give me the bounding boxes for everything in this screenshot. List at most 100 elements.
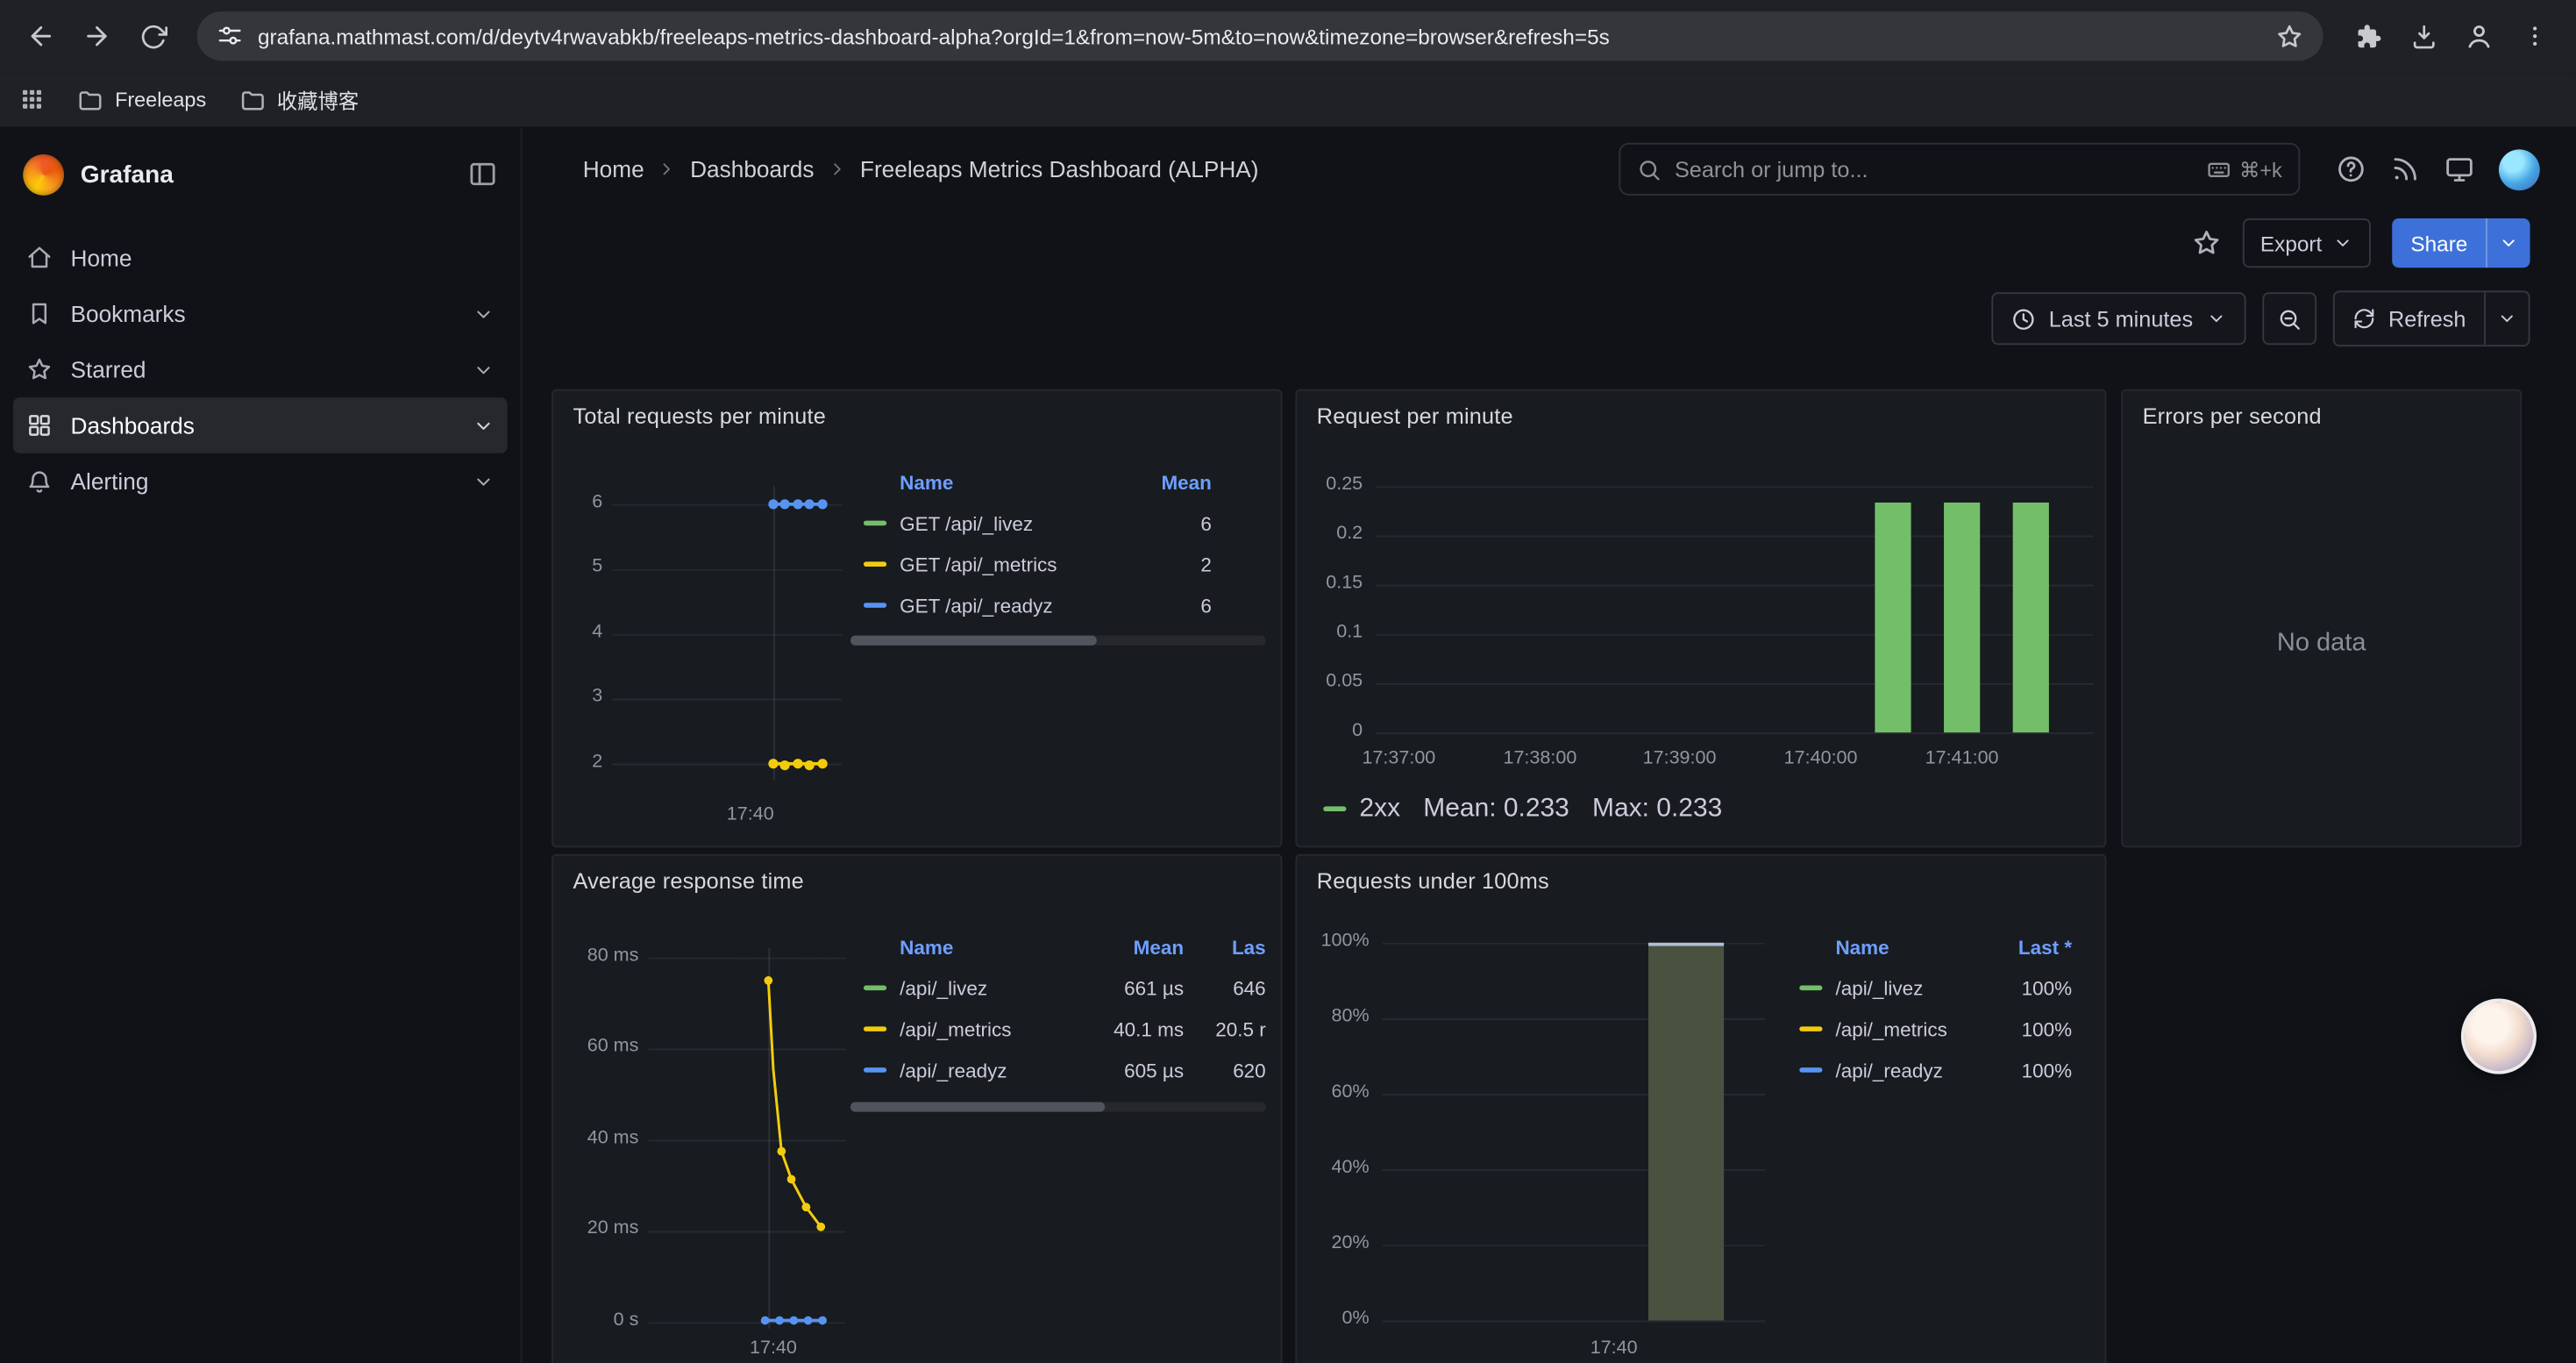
panel-title[interactable]: Errors per second xyxy=(2143,404,2322,429)
data-point[interactable] xyxy=(768,759,778,768)
search-input[interactable] xyxy=(1675,157,2194,182)
breadcrumb-current[interactable]: Freeleaps Metrics Dashboard (ALPHA) xyxy=(860,156,1259,182)
sidebar-item-label: Dashboards xyxy=(71,412,455,439)
legend-row[interactable]: /api/_metrics 100% xyxy=(1790,1009,2089,1050)
legend-row[interactable]: GET /api/_livez 6 xyxy=(850,503,1266,544)
bar-under-100ms[interactable] xyxy=(1648,943,1724,1321)
y-tick: 3 xyxy=(563,687,602,706)
series-color-green xyxy=(1799,986,1822,991)
share-button[interactable]: Share xyxy=(2393,218,2530,268)
back-icon[interactable] xyxy=(17,11,66,61)
legend-row[interactable]: GET /api/_metrics 2 xyxy=(850,544,1266,585)
data-point[interactable] xyxy=(793,759,802,768)
breadcrumb-home[interactable]: Home xyxy=(583,156,644,182)
legend-col-name[interactable]: Name xyxy=(900,471,1107,494)
sidebar-item-home[interactable]: Home xyxy=(13,230,508,286)
display-kiosk-icon[interactable] xyxy=(2444,154,2474,184)
refresh-button[interactable]: Refresh xyxy=(2332,290,2530,346)
folder-icon xyxy=(77,86,103,112)
export-button[interactable]: Export xyxy=(2242,218,2371,268)
panel-title[interactable]: Total requests per minute xyxy=(573,404,827,429)
share-menu-caret[interactable] xyxy=(2486,218,2530,268)
sidebar-collapse-icon[interactable] xyxy=(468,160,498,189)
legend-row[interactable]: /api/_readyz 620 605 µs 620 xyxy=(850,1050,1266,1091)
zoom-out-button[interactable] xyxy=(2262,292,2316,345)
data-point[interactable] xyxy=(793,499,802,509)
time-range-label: Last 5 minutes xyxy=(2049,306,2193,331)
time-range-picker[interactable]: Last 5 minutes xyxy=(1991,292,2245,345)
url-text[interactable]: grafana.mathmast.com/d/deytv4rwavabkb/fr… xyxy=(258,24,2260,48)
profile-icon[interactable] xyxy=(2454,11,2503,61)
browser-menu-icon[interactable] xyxy=(2510,11,2559,61)
bar-2xx[interactable] xyxy=(1944,503,1980,732)
bookmark-folder-freeleaps[interactable]: Freeleaps xyxy=(77,86,206,112)
site-info-icon[interactable] xyxy=(217,23,243,49)
data-point[interactable] xyxy=(779,499,789,509)
favorite-star-icon[interactable] xyxy=(2191,228,2221,258)
user-avatar[interactable] xyxy=(2499,148,2540,189)
floating-avatar-widget[interactable] xyxy=(2461,998,2537,1074)
bookmarks-bar: Freeleaps 收藏博客 xyxy=(0,72,2576,128)
legend-col-name[interactable]: Name xyxy=(900,936,1078,959)
address-bar[interactable]: grafana.mathmast.com/d/deytv4rwavabkb/fr… xyxy=(197,11,2323,61)
refresh-main[interactable]: Refresh xyxy=(2334,292,2484,345)
legend-col-last[interactable]: Las xyxy=(1184,936,1266,959)
scrollbar-thumb[interactable] xyxy=(850,636,1097,646)
apps-grid-icon[interactable] xyxy=(19,87,44,111)
panel-title[interactable]: Average response time xyxy=(573,869,804,894)
search-box[interactable]: ⌘+k xyxy=(1619,143,2300,196)
dashboard-actions-row: Export Share xyxy=(522,211,2575,276)
legend-row[interactable]: /api/_metrics 40.1 ms 20.5 r xyxy=(850,1009,1266,1050)
legend-col-mean[interactable]: Mean xyxy=(1107,471,1212,494)
chevron-down-icon[interactable] xyxy=(473,415,494,436)
data-point[interactable] xyxy=(805,499,815,509)
time-controls-row: Last 5 minutes Refresh xyxy=(522,276,2575,361)
data-point[interactable] xyxy=(779,760,789,770)
data-point[interactable] xyxy=(768,499,778,509)
legend-scrollbar[interactable] xyxy=(850,1102,1266,1111)
x-tick: 17:41:00 xyxy=(1904,749,2019,768)
bar-2xx[interactable] xyxy=(2013,503,2049,732)
data-point[interactable] xyxy=(818,759,828,768)
legend-col-name[interactable]: Name xyxy=(1835,936,1980,959)
series-color-green xyxy=(864,521,886,526)
folder-icon xyxy=(239,86,266,112)
bookmark-folder-blog[interactable]: 收藏博客 xyxy=(239,83,359,115)
downloads-icon[interactable] xyxy=(2399,11,2448,61)
panel-title[interactable]: Request per minute xyxy=(1317,404,1513,429)
breadcrumb-dashboards[interactable]: Dashboards xyxy=(690,156,814,182)
grafana-logo[interactable] xyxy=(23,153,64,195)
legend-row[interactable]: /api/_livez 661 µs 646 xyxy=(850,967,1266,1009)
legend-col-mean[interactable]: Mean xyxy=(1078,936,1184,959)
scrollbar-thumb[interactable] xyxy=(850,1102,1105,1111)
chevron-down-icon[interactable] xyxy=(473,470,494,491)
legend-series-name: 2xx xyxy=(1359,794,1400,824)
sidebar-item-alerting[interactable]: Alerting xyxy=(13,453,508,510)
legend-scrollbar[interactable] xyxy=(850,636,1266,646)
sidebar-item-dashboards[interactable]: Dashboards xyxy=(13,397,508,453)
search-shortcut: ⌘+k xyxy=(2207,157,2282,182)
x-tick: 17:40 xyxy=(1564,1338,1662,1358)
forward-icon[interactable] xyxy=(72,11,121,61)
legend-row[interactable]: 2xx Mean: 0.233 Max: 0.233 xyxy=(1310,789,1967,830)
legend-col-last[interactable]: Last * xyxy=(1980,936,2072,959)
news-rss-icon[interactable] xyxy=(2390,154,2420,184)
bar-2xx[interactable] xyxy=(1875,503,1911,732)
bookmark-star-icon[interactable] xyxy=(2275,22,2303,50)
chevron-down-icon[interactable] xyxy=(473,303,494,324)
data-point[interactable] xyxy=(805,760,815,770)
chevron-down-icon[interactable] xyxy=(473,359,494,380)
data-point[interactable] xyxy=(818,499,828,509)
legend-row[interactable]: /api/_readyz 100% xyxy=(1790,1050,2089,1091)
extensions-icon[interactable] xyxy=(2343,11,2392,61)
sidebar-item-bookmarks[interactable]: Bookmarks xyxy=(13,286,508,342)
legend-row[interactable]: /api/_livez 100% xyxy=(1790,967,2089,1009)
reload-icon[interactable] xyxy=(128,11,177,61)
refresh-interval-caret[interactable] xyxy=(2484,292,2529,345)
breadcrumb: Home Dashboards Freeleaps Metrics Dashbo… xyxy=(583,156,1259,182)
sidebar-item-starred[interactable]: Starred xyxy=(13,341,508,397)
legend-row[interactable]: GET /api/_readyz 6 xyxy=(850,585,1266,626)
help-icon[interactable] xyxy=(2337,154,2366,184)
y-tick: 0 s xyxy=(563,1310,638,1330)
panel-title[interactable]: Requests under 100ms xyxy=(1317,869,1549,894)
